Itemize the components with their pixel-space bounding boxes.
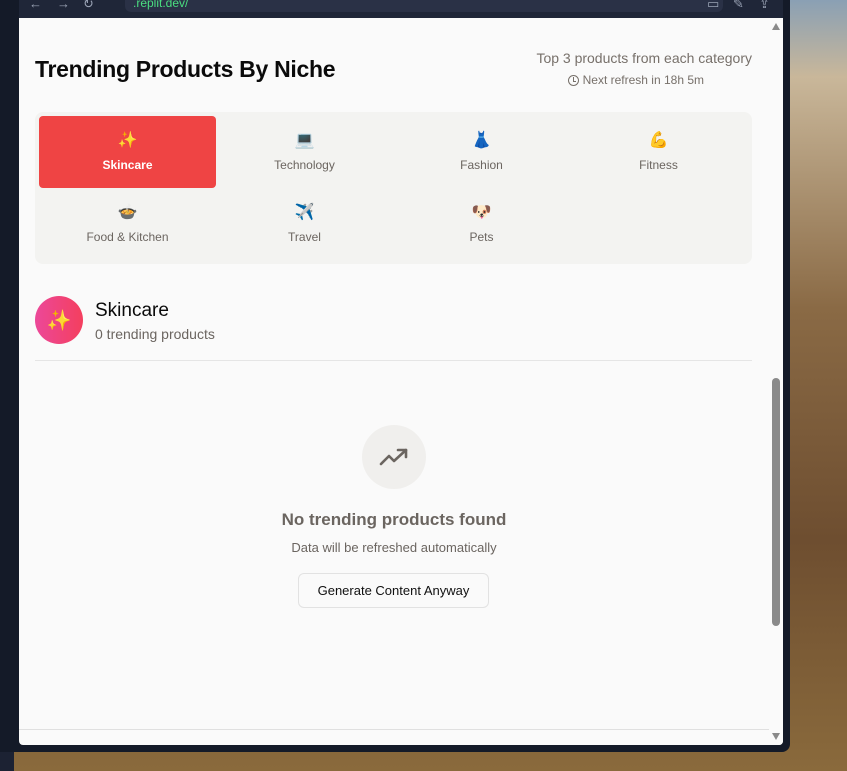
sparkles-icon: ✨ (46, 309, 72, 332)
scrollbar-thumb[interactable] (772, 378, 780, 626)
empty-state-icon-circle (362, 425, 426, 489)
address-bar[interactable]: .replit.dev/ (125, 0, 723, 12)
category-tab-fashion[interactable]: 👗 Fashion (393, 116, 570, 188)
category-label: Travel (288, 230, 321, 244)
browser-toolbar: ← → ↻ .replit.dev/ ▭ ✎ ⇪ (19, 0, 783, 18)
bottom-divider (19, 729, 769, 730)
category-tabs: ✨ Skincare 💻 Technology 👗 Fashion 💪 Fitness 🍲 Foo… (35, 112, 752, 264)
category-label: Food & Kitchen (86, 230, 169, 244)
category-emoji-icon: ✨ (117, 132, 138, 149)
category-tab-food-kitchen[interactable]: 🍲 Food & Kitchen (39, 188, 216, 260)
empty-state-title: No trending products found (281, 510, 507, 529)
refresh-info: Next refresh in 18h 5m (567, 73, 704, 87)
tools-icon[interactable]: ✎ (733, 0, 744, 12)
category-avatar: ✨ (35, 296, 83, 344)
category-emoji-icon: 💪 (648, 132, 669, 149)
url-text: .replit.dev/ (133, 0, 189, 10)
category-label: Technology (274, 158, 335, 172)
page-content: Trending Products By Niche Top 3 product… (19, 18, 783, 745)
category-tab-pets[interactable]: 🐶 Pets (393, 188, 570, 260)
clock-icon (567, 74, 579, 86)
page-title: Trending Products By Niche (35, 56, 336, 82)
back-icon[interactable]: ← (29, 0, 42, 11)
category-emoji-icon: 💻 (294, 132, 315, 149)
category-tab-technology[interactable]: 💻 Technology (216, 116, 393, 188)
browser-window: ← → ↻ .replit.dev/ ▭ ✎ ⇪ Trending Produc… (0, 0, 790, 752)
trending-up-icon (379, 448, 408, 466)
category-tab-fitness[interactable]: 💪 Fitness (570, 116, 747, 188)
empty-state-subtitle: Data will be refreshed automatically (291, 540, 497, 555)
divider (35, 360, 752, 361)
refresh-text: Next refresh in 18h 5m (582, 73, 704, 87)
product-count: 0 trending products (95, 326, 215, 342)
category-label: Skincare (102, 158, 153, 172)
category-emoji-icon: ✈️ (294, 204, 315, 221)
section-title: Skincare (95, 300, 169, 321)
category-label: Fitness (639, 158, 678, 172)
reload-icon[interactable]: ↻ (83, 0, 94, 12)
category-tab-skincare[interactable]: ✨ Skincare (39, 116, 216, 188)
scrollbar[interactable] (769, 18, 783, 745)
category-tab-travel[interactable]: ✈️ Travel (216, 188, 393, 260)
generate-content-button[interactable]: Generate Content Anyway (298, 573, 489, 608)
category-label: Pets (469, 230, 494, 244)
category-emoji-icon: 🍲 (117, 204, 138, 221)
share-icon[interactable]: ⇪ (759, 0, 770, 12)
scroll-up-icon[interactable] (772, 23, 780, 30)
desktop-icon[interactable]: ▭ (707, 0, 719, 12)
category-emoji-icon: 👗 (471, 132, 492, 149)
category-label: Fashion (460, 158, 503, 172)
scroll-down-icon[interactable] (772, 733, 780, 740)
category-emoji-icon: 🐶 (471, 204, 492, 221)
header-subtitle: Top 3 products from each category (536, 50, 752, 66)
forward-icon[interactable]: → (57, 0, 70, 11)
